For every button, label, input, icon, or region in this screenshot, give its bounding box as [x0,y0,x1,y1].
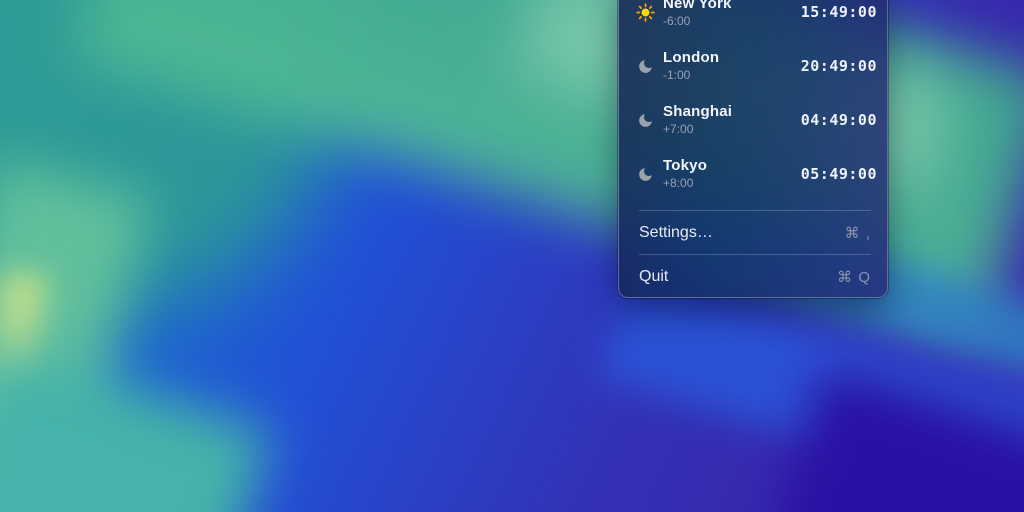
menu-item-label: Settings… [639,223,713,241]
clock-offset: +8:00 [663,175,694,190]
clock-city: Shanghai [663,103,733,121]
wallpaper-teal-corner [0,0,340,310]
clock-info: Tokyo +8:00 [663,158,707,190]
clock-time: 15:49:00 [800,3,877,21]
menu-shortcut: ⌘ , [844,224,871,242]
wallpaper-teal-bottom-left [0,339,272,512]
clock-offset: -1:00 [663,67,691,82]
clock-info: New York -6:00 [663,0,732,28]
menu-item-quit[interactable]: Quit ⌘ Q [619,255,887,297]
clock-time: 04:49:00 [800,111,877,129]
wallpaper-lime-sliver [0,268,50,512]
clock-list: New York -6:00 15:49:00 London -1:00 20:… [619,0,887,201]
clock-city: Tokyo [663,157,708,175]
clock-city: London [663,49,720,67]
clock-row-shanghai: Shanghai +7:00 04:49:00 [619,93,887,147]
clock-row-london: London -1:00 20:49:00 [619,39,887,93]
clock-row-new-york: New York -6:00 15:49:00 [619,0,887,39]
clock-time: 20:49:00 [800,57,877,75]
wallpaper-purple-corner [756,366,1024,512]
clock-row-tokyo: Tokyo +8:00 05:49:00 [619,147,887,201]
clock-info: Shanghai +7:00 [663,104,732,136]
world-clock-menu: New York -6:00 15:49:00 London -1:00 20:… [618,0,888,298]
sun-icon [633,2,657,22]
clock-offset: -6:00 [663,13,691,28]
wallpaper-stripe-blue [597,269,1024,512]
clock-info: London -1:00 [663,50,719,82]
desktop: New York -6:00 15:49:00 London -1:00 20:… [0,0,1024,512]
menu-shortcut: ⌘ Q [837,268,871,286]
clock-time: 05:49:00 [800,165,877,183]
menu-item-label: Quit [639,267,669,285]
moon-icon [633,166,657,183]
clock-offset: +7:00 [663,121,694,136]
moon-icon [633,58,657,75]
menu-item-settings[interactable]: Settings… ⌘ , [619,211,887,254]
moon-icon [633,112,657,129]
wallpaper-green-band-left [0,157,152,512]
clock-city: New York [663,0,732,13]
